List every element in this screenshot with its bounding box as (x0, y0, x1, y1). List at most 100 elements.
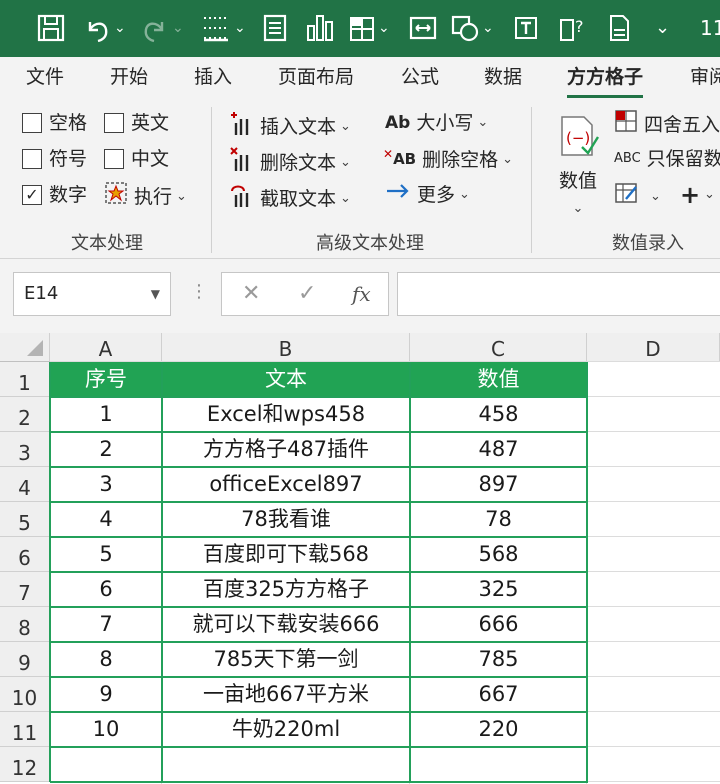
table-dropdown-icon[interactable]: ⌄ (378, 13, 390, 43)
data-cell[interactable]: 3 (50, 467, 162, 502)
data-cell[interactable]: 牛奶220ml (162, 712, 410, 747)
header-cell[interactable]: 文本 (162, 362, 410, 397)
execute-button[interactable]: 执行 ⌄ (104, 181, 187, 213)
data-cell[interactable]: 一亩地667平方米 (162, 677, 410, 712)
save-icon[interactable] (36, 10, 66, 46)
data-cell[interactable]: 667 (410, 677, 587, 712)
doc-icon[interactable] (606, 10, 632, 46)
data-cell[interactable]: 百度即可下载568 (162, 537, 410, 572)
cancel-icon[interactable]: ✕ (242, 273, 260, 315)
more-button[interactable]: 更多 ⌄ (385, 181, 470, 209)
row-header-7[interactable]: 7 (0, 572, 50, 607)
column-header-c[interactable]: C (410, 333, 587, 362)
extract-text-button[interactable]: 截取文本 ⌄ (230, 181, 351, 217)
checkbox-chinese-box[interactable] (104, 149, 124, 169)
data-cell[interactable]: 百度325方方格子 (162, 572, 410, 607)
checkbox-space[interactable]: 空格 (22, 109, 87, 137)
data-cell[interactable]: 4 (50, 502, 162, 537)
tab-insert[interactable]: 插入 (194, 57, 232, 101)
row-header-9[interactable]: 9 (0, 642, 50, 677)
borders-icon[interactable] (200, 10, 232, 46)
row-header-11[interactable]: 11 (0, 712, 50, 747)
shapes-dropdown-icon[interactable]: ⌄ (482, 13, 494, 43)
insert-text-button[interactable]: 插入文本 ⌄ (230, 109, 351, 145)
help-icon[interactable]: ? (558, 10, 588, 46)
row-header-2[interactable]: 2 (0, 397, 50, 432)
formula-bar-grip[interactable]: ⋮ (190, 281, 208, 302)
tab-review[interactable]: 审阅 (690, 57, 720, 101)
data-cell[interactable]: 487 (410, 432, 587, 467)
table-icon[interactable] (348, 10, 376, 46)
keep-numbers-button[interactable]: ABC 只保留数 (614, 145, 720, 173)
data-cell[interactable]: 785天下第一剑 (162, 642, 410, 677)
data-cell[interactable]: 1 (50, 397, 162, 432)
data-cell[interactable]: 220 (410, 712, 587, 747)
data-cell[interactable]: 8 (50, 642, 162, 677)
chart-icon[interactable] (305, 10, 335, 46)
row-header-5[interactable]: 5 (0, 502, 50, 537)
undo-icon[interactable] (82, 10, 112, 46)
checkbox-space-box[interactable] (22, 113, 42, 133)
data-cell[interactable]: 897 (410, 467, 587, 502)
checkbox-english[interactable]: 英文 (104, 109, 169, 137)
column-header-b[interactable]: B (162, 333, 410, 362)
data-cell[interactable]: 6 (50, 572, 162, 607)
tab-data[interactable]: 数据 (484, 57, 522, 101)
tab-formulas[interactable]: 公式 (401, 57, 439, 101)
customize-icon[interactable]: ⌄ (655, 13, 670, 43)
row-header-6[interactable]: 6 (0, 537, 50, 572)
numeric-value-button[interactable]: (−) 数值 ⌄ (556, 113, 600, 223)
data-cell[interactable]: 458 (410, 397, 587, 432)
delete-text-button[interactable]: 删除文本 ⌄ (230, 145, 351, 181)
data-cell[interactable]: 78我看谁 (162, 502, 410, 537)
chevron-down-icon[interactable]: ⌄ (704, 181, 715, 209)
form-icon[interactable] (262, 10, 288, 46)
data-cell[interactable]: 666 (410, 607, 587, 642)
tab-file[interactable]: 文件 (26, 57, 64, 101)
data-cell[interactable]: officeExcel897 (162, 467, 410, 502)
checkbox-symbol-box[interactable] (22, 149, 42, 169)
enter-icon[interactable]: ✓ (298, 273, 316, 315)
textbox-icon[interactable] (512, 10, 540, 46)
row-header-4[interactable]: 4 (0, 467, 50, 502)
data-cell[interactable]: 78 (410, 502, 587, 537)
header-cell[interactable]: 序号 (50, 362, 162, 397)
data-cell[interactable]: 785 (410, 642, 587, 677)
data-cell[interactable]: 325 (410, 572, 587, 607)
header-cell[interactable]: 数值 (410, 362, 587, 397)
tab-page-layout[interactable]: 页面布局 (278, 57, 354, 101)
fit-icon[interactable] (408, 10, 438, 46)
data-cell[interactable]: 方方格子487插件 (162, 432, 410, 467)
row-header-3[interactable]: 3 (0, 432, 50, 467)
checkbox-number[interactable]: ✓ 数字 (22, 181, 87, 209)
tab-home[interactable]: 开始 (110, 57, 148, 101)
data-cell[interactable]: 5 (50, 537, 162, 572)
data-cell[interactable]: 10 (50, 712, 162, 747)
data-cell[interactable]: 568 (410, 537, 587, 572)
undo-dropdown-icon[interactable]: ⌄ (114, 13, 126, 43)
data-cell[interactable]: Excel和wps458 (162, 397, 410, 432)
checkbox-number-box[interactable]: ✓ (22, 185, 42, 205)
row-header-12[interactable]: 12 (0, 747, 50, 782)
checkbox-symbol[interactable]: 符号 (22, 145, 87, 173)
tab-fangfanggezi[interactable]: 方方格子 (567, 57, 644, 101)
data-cell[interactable]: 就可以下载安装666 (162, 607, 410, 642)
select-all-corner[interactable] (0, 333, 50, 362)
row-header-8[interactable]: 8 (0, 607, 50, 642)
checkbox-english-box[interactable] (104, 113, 124, 133)
remove-spaces-button[interactable]: ✕AB 删除空格 ⌄ (383, 145, 513, 174)
name-box[interactable]: E14 ▼ (13, 272, 171, 316)
fx-icon[interactable]: fx (352, 273, 371, 315)
shapes-icon[interactable] (450, 10, 480, 46)
data-cell[interactable]: 9 (50, 677, 162, 712)
format-button[interactable]: ⌄ (614, 181, 661, 213)
plus-icon[interactable]: + (680, 181, 700, 209)
checkbox-chinese[interactable]: 中文 (104, 145, 169, 173)
data-cell[interactable]: 2 (50, 432, 162, 467)
redo-dropdown-icon[interactable]: ⌄ (172, 13, 184, 43)
name-box-dropdown-icon[interactable]: ▼ (151, 273, 160, 315)
redo-icon[interactable] (140, 10, 170, 46)
row-header-10[interactable]: 10 (0, 677, 50, 712)
data-cell[interactable]: 7 (50, 607, 162, 642)
case-button[interactable]: Ab 大小写 ⌄ (385, 109, 488, 137)
